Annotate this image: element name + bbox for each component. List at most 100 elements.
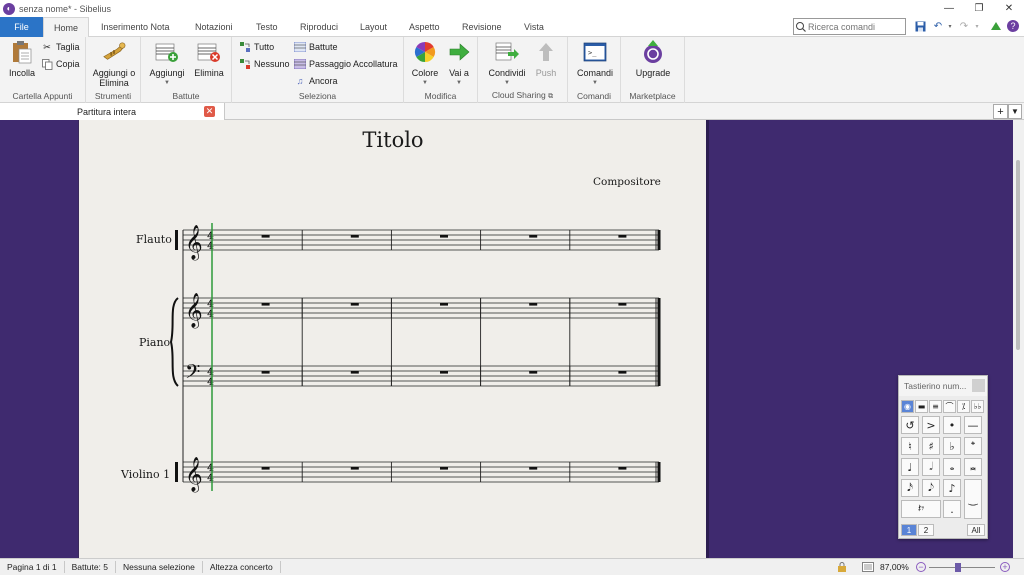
keypad-layout-tab-1[interactable]: 1 — [901, 524, 917, 536]
arrow-up-icon — [534, 40, 558, 64]
keypad-layout-tab-all[interactable]: All — [967, 524, 985, 536]
zoom-out-icon[interactable]: − — [916, 562, 926, 572]
upgrade-label: Upgrade — [635, 68, 671, 78]
tab-note-input[interactable]: Inserimento Nota — [101, 17, 170, 37]
help-icon[interactable]: ? — [1006, 19, 1020, 33]
tab-review[interactable]: Revisione — [462, 17, 502, 37]
whole-rest — [440, 235, 448, 238]
sixteenth-note-icon[interactable]: 𝅘𝅥𝅯 — [901, 479, 919, 497]
score-workspace[interactable]: Titolo Compositore Flauto Piano Violino … — [0, 120, 1024, 558]
restore-button[interactable]: ❐ — [964, 0, 994, 17]
eighth-note-single-icon[interactable]: ♪ — [943, 479, 961, 497]
tab-menu-chevron-down-icon[interactable]: ▼ — [1008, 104, 1022, 119]
keypad-close-icon[interactable] — [972, 379, 985, 392]
undo-menu-chevron-icon[interactable]: ▾ — [943, 19, 957, 33]
rests-icon[interactable]: ▬ — [915, 400, 928, 413]
eighth-note-icon[interactable]: 𝅘𝅥𝅮 — [922, 479, 940, 497]
ribbon-tab-bar: File Home Inserimento Nota Notazioni Tes… — [0, 17, 1024, 38]
select-system-passage-label: Passaggio Accollatura — [309, 59, 398, 69]
copy-button[interactable]: Copia — [41, 57, 80, 71]
staccato-icon[interactable]: • — [943, 416, 961, 434]
zoom-in-icon[interactable]: + — [1000, 562, 1010, 572]
view-mode-icon[interactable] — [862, 562, 874, 574]
sharp-icon[interactable]: ♯ — [922, 437, 940, 455]
tab-home[interactable]: Home — [43, 17, 89, 38]
music-staves[interactable]: 𝄞 44𝄞 44𝄢 44𝄞 44 — [79, 120, 707, 558]
select-system-passage-button[interactable]: Passaggio Accollatura — [294, 57, 398, 71]
add-bars-button[interactable]: Aggiungi ▼ — [147, 40, 187, 88]
tab-text[interactable]: Testo — [256, 17, 278, 37]
tremolo-icon[interactable]: ≡ — [929, 400, 942, 413]
add-remove-instruments-button[interactable]: Aggiungi o Elimina — [90, 40, 138, 88]
rest-icon[interactable]: 𝄽𝄾 — [901, 500, 941, 518]
tie-icon[interactable]: ‿ — [964, 479, 982, 519]
keypad-layout-tab-2[interactable]: 2 — [918, 524, 934, 536]
double-flat-icon[interactable]: ♭♭ — [971, 400, 984, 413]
new-tab-plus-icon[interactable]: + — [993, 104, 1008, 119]
search-input[interactable] — [808, 21, 898, 32]
keypad-header[interactable]: Tastierino num... — [899, 376, 987, 396]
tab-layout[interactable]: Layout — [360, 17, 387, 37]
natural-icon[interactable]: ♮ — [901, 437, 919, 455]
paste-button[interactable]: Incolla — [6, 40, 38, 78]
delete-bars-button[interactable]: Elimina — [191, 40, 227, 78]
collapse-ribbon-icon[interactable] — [989, 19, 1003, 33]
zoom-slider-knob[interactable] — [955, 563, 961, 572]
select-none-button[interactable]: Nessuno — [239, 57, 290, 71]
commands-button[interactable]: >_ Comandi ▼ — [574, 40, 616, 88]
upgrade-icon — [641, 40, 665, 64]
keypad-panel[interactable]: Tastierino num... ◉ ▬ ≡ ⌒ ⁒ ♭♭ ↺ > • — ♮ ♯ ♭ 𝄌 ♩ 𝅗𝅥 𝅝 𝅜 𝅘𝅥… — [898, 375, 988, 539]
time-signature-denominator: 4 — [207, 377, 214, 388]
whole-rest — [350, 467, 359, 470]
whole-note-layout-icon[interactable]: ◉ — [901, 400, 914, 413]
color-button[interactable]: Colore ▼ — [409, 40, 441, 88]
svg-text:?: ? — [1010, 21, 1015, 31]
fermata-icon[interactable]: ⌒ — [943, 400, 956, 413]
lock-icon[interactable] — [837, 562, 847, 574]
select-bars-button[interactable]: Battute — [294, 40, 338, 54]
cloud-sharing-label-text: Cloud Sharing — [491, 90, 546, 100]
dot-icon[interactable]: . — [943, 500, 961, 518]
flip-icon[interactable]: ↺ — [901, 416, 919, 434]
flat-icon[interactable]: ♭ — [943, 437, 961, 455]
select-all-button[interactable]: Tutto — [239, 40, 274, 54]
tenuto-icon[interactable]: — — [964, 416, 982, 434]
commands-label: Comandi — [576, 68, 614, 78]
minimize-button[interactable]: — — [934, 0, 964, 17]
zoom-slider[interactable] — [929, 563, 995, 572]
status-bar: Pagina 1 di 1 Battute: 5 Nessuna selezio… — [0, 558, 1024, 575]
whole-note-icon[interactable]: 𝅝 — [943, 458, 961, 476]
redo-icon[interactable]: ↷ — [957, 19, 971, 33]
upgrade-button[interactable]: Upgrade — [633, 40, 673, 78]
search-commands-field[interactable] — [793, 18, 906, 35]
push-button[interactable]: Push — [533, 40, 559, 78]
dialog-launcher-icon[interactable]: ⧉ — [548, 93, 553, 100]
bracket-flute — [175, 230, 178, 250]
tab-appearance[interactable]: Aspetto — [409, 17, 440, 37]
redo-menu-chevron-icon[interactable]: ▾ — [970, 19, 984, 33]
repeat-icon[interactable]: ⁒ — [957, 400, 970, 413]
tab-file[interactable]: File — [0, 17, 43, 37]
tab-full-score[interactable]: Partitura intera ✕ — [0, 103, 225, 120]
tab-view[interactable]: Vista — [524, 17, 544, 37]
score-page[interactable]: Titolo Compositore Flauto Piano Violino … — [78, 120, 706, 558]
close-button[interactable]: ✕ — [994, 0, 1024, 17]
close-tab-icon[interactable]: ✕ — [204, 106, 215, 117]
quarter-note-icon[interactable]: ♩ — [901, 458, 919, 476]
tab-play[interactable]: Riproduci — [300, 17, 338, 37]
add-remove-label: Aggiungi o Elimina — [92, 68, 136, 88]
goto-button[interactable]: Vai a ▼ — [444, 40, 474, 88]
save-icon[interactable] — [913, 19, 927, 33]
scrollbar-thumb[interactable] — [1016, 160, 1020, 350]
half-note-icon[interactable]: 𝅗𝅥 — [922, 458, 940, 476]
share-button[interactable]: Condividi ▼ — [485, 40, 529, 88]
status-concert-pitch[interactable]: Altezza concerto — [203, 561, 281, 573]
tab-notations[interactable]: Notazioni — [195, 17, 233, 37]
select-more-button[interactable]: ♫ Ancora — [294, 74, 338, 88]
coda-icon[interactable]: 𝄌 — [964, 437, 982, 455]
cut-button[interactable]: ✂ Taglia — [41, 40, 79, 54]
breve-icon[interactable]: 𝅜 — [964, 458, 982, 476]
vertical-scrollbar[interactable] — [1013, 120, 1024, 558]
title-bar: ◐ senza nome* - Sibelius — ❐ ✕ — [0, 0, 1024, 17]
accent-icon[interactable]: > — [922, 416, 940, 434]
